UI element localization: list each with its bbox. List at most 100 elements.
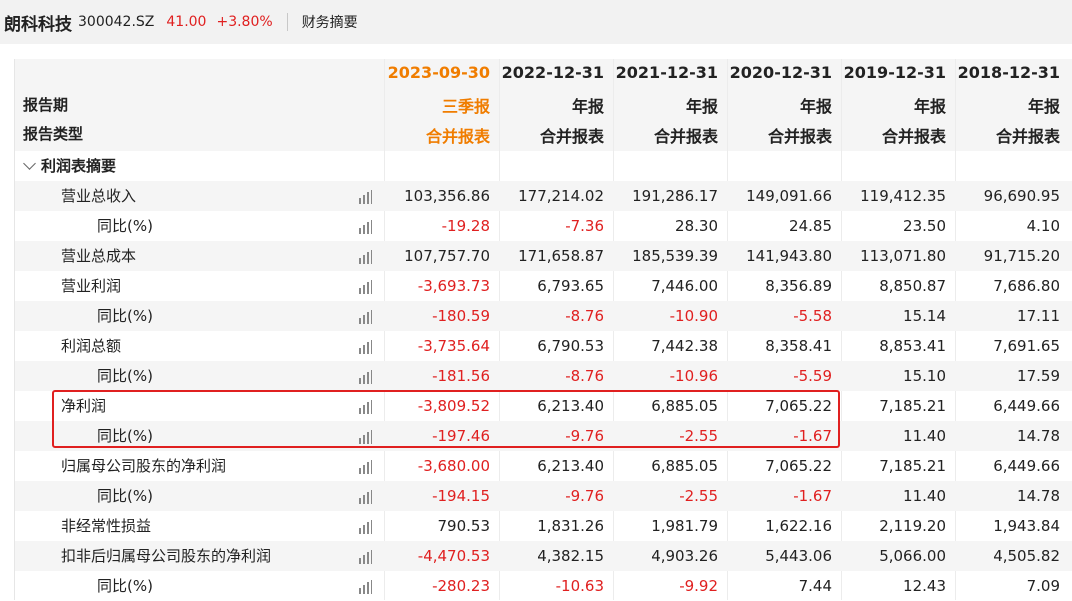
period-date[interactable]: 2019-12-31 [844, 63, 946, 82]
value-cell: 6,213.40 [537, 397, 604, 415]
period-date[interactable]: 2018-12-31 [958, 63, 1060, 82]
bar-chart-icon[interactable] [358, 339, 372, 354]
table-row: 同比(%) -280.23 -10.63 -9.92 7.44 12.43 7.09 [15, 571, 1072, 601]
value-cell: -180.59 [432, 307, 490, 325]
value-cell: 1,981.79 [651, 517, 718, 535]
value-cell: 6,793.65 [537, 277, 604, 295]
value-cell: -194.15 [432, 487, 490, 505]
row-label: 利润总额 [61, 337, 122, 355]
bar-chart-icon[interactable] [358, 519, 372, 534]
report-type: 合并报表 [881, 127, 946, 146]
value-cell: -9.76 [565, 427, 604, 445]
bar-chart-icon[interactable] [358, 189, 372, 204]
value-cell: 23.50 [903, 217, 946, 235]
value-cell: 7,065.22 [765, 397, 832, 415]
row-label: 营业总收入 [61, 187, 137, 205]
value-cell: 91,715.20 [983, 247, 1060, 265]
value-cell: -3,680.00 [417, 457, 490, 475]
bar-chart-icon[interactable] [358, 459, 372, 474]
chevron-down-icon[interactable] [23, 157, 36, 170]
value-cell: -10.96 [669, 367, 718, 385]
value-cell: 5,443.06 [765, 547, 832, 565]
section-row[interactable]: 利润表摘要 [15, 151, 1072, 181]
table-row: 同比(%) -181.56 -8.76 -10.96 -5.59 15.10 17.59 [15, 361, 1072, 391]
stock-price: 41.00 [166, 14, 207, 30]
bar-chart-icon[interactable] [358, 219, 372, 234]
table-row: 扣非后归属母公司股东的净利润 -4,470.53 4,382.15 4,903.26 5… [15, 541, 1072, 571]
value-cell: 177,214.02 [518, 187, 604, 205]
value-cell: -9.92 [679, 577, 718, 595]
row-label: 非经常性损益 [61, 517, 152, 535]
bar-chart-icon[interactable] [358, 429, 372, 444]
value-cell: -1.67 [793, 487, 832, 505]
value-cell: 7,446.00 [651, 277, 718, 295]
report-type-label: 报告类型 [23, 125, 84, 143]
report-type: 合并报表 [539, 127, 604, 146]
value-cell: 6,449.66 [993, 457, 1060, 475]
period-date[interactable]: 2022-12-31 [502, 63, 604, 82]
value-cell: 7,686.80 [993, 277, 1060, 295]
table-row: 营业利润 -3,693.73 6,793.65 7,446.00 8,356.89 8,8… [15, 271, 1072, 301]
value-cell: -181.56 [432, 367, 490, 385]
value-cell: -3,735.64 [417, 337, 490, 355]
table-row: 营业总收入 103,356.86 177,214.02 191,286.17 149,0… [15, 181, 1072, 211]
value-cell: 185,539.39 [632, 247, 718, 265]
company-name: 朗科科技 [4, 14, 72, 35]
value-cell: -8.76 [565, 367, 604, 385]
bar-chart-icon[interactable] [358, 279, 372, 294]
table-row: 营业总成本 107,757.70 171,658.87 185,539.39 141,9… [15, 241, 1072, 271]
row-label: 扣非后归属母公司股东的净利润 [61, 547, 272, 565]
table-row: 非经常性损益 790.53 1,831.26 1,981.79 1,622.16 2,11… [15, 511, 1072, 541]
value-cell: 1,831.26 [537, 517, 604, 535]
bar-chart-icon[interactable] [358, 489, 372, 504]
value-cell: -2.55 [679, 487, 718, 505]
value-cell: 7,185.21 [879, 457, 946, 475]
bar-chart-icon[interactable] [358, 399, 372, 414]
row-label: 同比(%) [97, 367, 153, 385]
header-divider [286, 13, 288, 31]
report-type: 合并报表 [995, 127, 1060, 146]
value-cell: 2,119.20 [879, 517, 946, 535]
bar-chart-icon[interactable] [358, 249, 372, 264]
value-cell: -8.76 [565, 307, 604, 325]
bar-chart-icon[interactable] [358, 579, 372, 594]
bar-chart-icon[interactable] [358, 309, 372, 324]
stock-code: 300042.SZ [78, 14, 155, 30]
value-cell: 96,690.95 [983, 187, 1060, 205]
row-label: 同比(%) [97, 577, 153, 595]
section-title: 利润表摘要 [41, 157, 117, 175]
value-cell: -10.90 [669, 307, 718, 325]
value-cell: -197.46 [432, 427, 490, 445]
period-date[interactable]: 2021-12-31 [616, 63, 718, 82]
tab-financial-summary[interactable]: 财务摘要 [302, 12, 358, 32]
value-cell: 141,943.80 [746, 247, 832, 265]
period-date[interactable]: 2020-12-31 [730, 63, 832, 82]
value-cell: 107,757.70 [404, 247, 490, 265]
period-date[interactable]: 2023-09-30 [388, 63, 490, 82]
value-cell: 12.43 [903, 577, 946, 595]
value-cell: 6,885.05 [651, 397, 718, 415]
value-cell: 8,356.89 [765, 277, 832, 295]
period-type: 三季报 [441, 97, 490, 116]
row-label: 同比(%) [97, 307, 153, 325]
value-cell: 8,358.41 [765, 337, 832, 355]
value-cell: 11.40 [903, 427, 946, 445]
period-type: 年报 [799, 97, 832, 116]
period-type: 年报 [913, 97, 946, 116]
value-cell: 6,213.40 [537, 457, 604, 475]
row-label: 同比(%) [97, 427, 153, 445]
value-cell: -19.28 [441, 217, 490, 235]
value-cell: -3,809.52 [417, 397, 490, 415]
value-cell: 191,286.17 [632, 187, 718, 205]
bar-chart-icon[interactable] [358, 549, 372, 564]
value-cell: -3,693.73 [417, 277, 490, 295]
value-cell: 7.09 [1026, 577, 1060, 595]
value-cell: 1,622.16 [765, 517, 832, 535]
bar-chart-icon[interactable] [358, 369, 372, 384]
value-cell: 6,790.53 [537, 337, 604, 355]
value-cell: -7.36 [565, 217, 604, 235]
value-cell: 790.53 [437, 517, 491, 535]
value-cell: 103,356.86 [404, 187, 490, 205]
value-cell: 7,065.22 [765, 457, 832, 475]
value-cell: 4,903.26 [651, 547, 718, 565]
